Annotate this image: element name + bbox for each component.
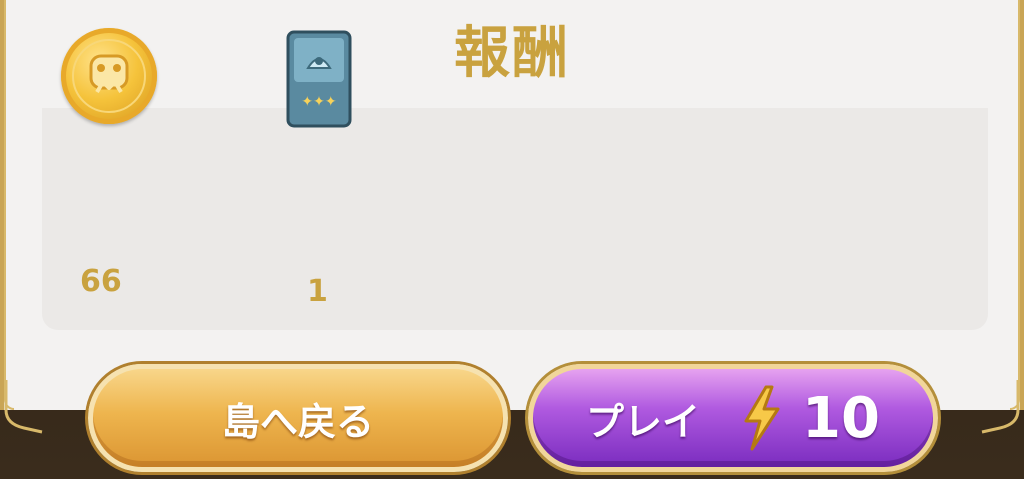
- play-cost: 10: [802, 385, 880, 451]
- svg-text:✦✦✦: ✦✦✦: [301, 94, 336, 110]
- back-to-island-button[interactable]: 島へ戻る: [88, 364, 508, 472]
- back-to-island-label: 島へ戻る: [221, 399, 374, 444]
- play-button[interactable]: プレイ 10: [528, 364, 938, 472]
- coin-count: 66: [80, 264, 122, 299]
- card-count: 1: [307, 274, 328, 309]
- frame-ornament-left: [4, 380, 43, 434]
- play-label: プレイ: [586, 399, 701, 444]
- frame-ornament-right: [981, 380, 1020, 434]
- lightning-bolt-icon: [744, 385, 780, 451]
- gold-coin-icon: [61, 28, 157, 124]
- card-pack-icon: ✦✦✦: [284, 28, 352, 128]
- reward-panel: 報酬 66 ✦✦✦ 1: [0, 0, 1024, 410]
